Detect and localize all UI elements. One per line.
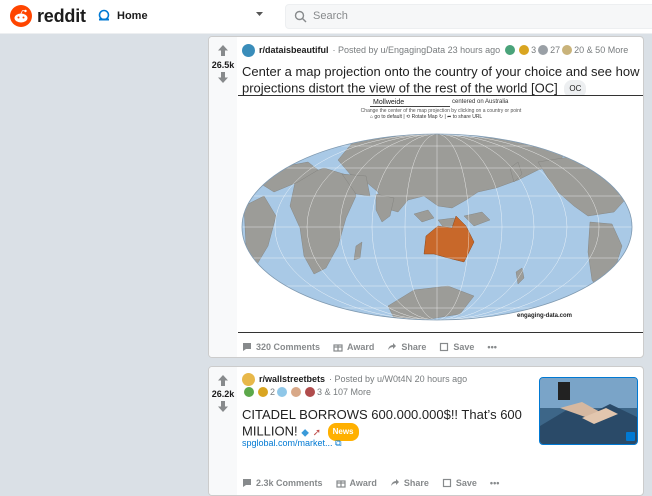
rocket-emoji-icon: ➚ [312, 427, 321, 439]
award-money-icon [244, 387, 254, 397]
award-button[interactable]: Award [335, 478, 377, 488]
search-input[interactable] [313, 10, 613, 22]
subreddit-link[interactable]: r/wallstreetbets [259, 374, 325, 384]
award-count: 27 [550, 45, 561, 55]
award-diamond-icon [277, 387, 288, 397]
award-gold-icon [519, 45, 530, 55]
award-count: 3 [531, 45, 537, 55]
more-options-icon[interactable]: ••• [490, 478, 499, 488]
external-link[interactable]: spglobal.com/market... ⧉ [242, 438, 342, 449]
vote-score: 26.2k [211, 389, 235, 399]
comment-icon [243, 479, 251, 487]
save-label[interactable]: Save [453, 342, 474, 352]
subreddit-avatar-icon[interactable] [242, 43, 255, 57]
award-wholesome-icon [562, 45, 573, 55]
post-title-text[interactable]: CITADEL BORROWS 600.000.000$!! That’s 60… [242, 407, 522, 438]
award-gold-icon [258, 387, 268, 397]
subreddit-avatar-icon[interactable] [242, 372, 255, 386]
share-icon [388, 343, 397, 350]
world-map[interactable] [238, 96, 644, 334]
share-label[interactable]: Share [401, 342, 426, 352]
award-more-link[interactable]: 20 & 50 More [574, 45, 628, 55]
bookmark-icon [442, 478, 451, 488]
downvote-arrow-icon[interactable] [218, 401, 228, 412]
map-credit: engaging-data.com [517, 313, 573, 319]
external-link-icon: ⧉ [335, 438, 342, 448]
share-icon [390, 479, 399, 486]
post-title[interactable]: CITADEL BORROWS 600.000.000$!! That’s 60… [242, 407, 532, 441]
post-actions: 320 Comments Award Share Save ••• [242, 337, 510, 357]
comments-button[interactable]: 2.3k Comments [242, 478, 323, 488]
vote-column: 26.5k [209, 37, 237, 357]
diamond-hands-emoji-icon: ◆ [301, 427, 309, 439]
search-box[interactable] [285, 4, 652, 29]
share-label[interactable]: Share [404, 478, 429, 488]
top-bar: reddit Home [0, 0, 652, 34]
home-feed-label[interactable]: Home [117, 10, 148, 22]
post-card[interactable]: 26.5k r/dataisbeautiful · Posted by u/En… [208, 36, 644, 358]
bookmark-icon [440, 342, 449, 352]
share-button[interactable]: Share [387, 342, 426, 352]
post-awards: 2 3 & 107 More [242, 385, 371, 399]
award-label[interactable]: Award [350, 478, 377, 488]
comments-button[interactable]: 320 Comments [242, 342, 320, 352]
share-button[interactable]: Share [390, 478, 429, 488]
more-options-icon[interactable]: ••• [487, 342, 496, 352]
award-silver-icon [538, 45, 549, 55]
award-helpful-icon [505, 45, 516, 55]
home-icon[interactable] [97, 9, 111, 23]
post-meta: r/wallstreetbets · Posted by u/W0t4N 20 … [242, 372, 467, 386]
award-more-link[interactable]: 3 & 107 More [317, 387, 371, 397]
upvote-arrow-icon[interactable] [218, 45, 228, 56]
external-link-text[interactable]: spglobal.com/market... [242, 438, 333, 448]
comments-label[interactable]: 320 Comments [256, 342, 320, 352]
post-card[interactable]: 26.2k r/wallstreetbets · Posted by u/W0t… [208, 366, 644, 496]
post-media-map[interactable]: Mollweide centered on Australia Change t… [238, 95, 644, 334]
vote-column: 26.2k [209, 367, 237, 495]
posted-by[interactable]: · Posted by u/EngagingData 23 hours ago [333, 45, 501, 55]
chevron-down-icon[interactable] [255, 11, 264, 18]
comment-icon [243, 343, 251, 351]
award-label[interactable]: Award [347, 342, 374, 352]
reddit-logo-icon[interactable] [10, 5, 32, 27]
post-thumbnail[interactable] [539, 377, 638, 445]
vote-score: 26.5k [211, 60, 235, 70]
award-hands-icon [291, 387, 302, 397]
handshake-thumbnail-image [540, 378, 637, 444]
post-meta: r/dataisbeautiful · Posted by u/Engaging… [242, 43, 628, 57]
comments-label[interactable]: 2.3k Comments [256, 478, 323, 488]
save-label[interactable]: Save [456, 478, 477, 488]
post-actions: 2.3k Comments Award Share Save ••• [242, 473, 512, 493]
save-button[interactable]: Save [439, 342, 474, 352]
award-count: 2 [270, 387, 276, 397]
posted-by[interactable]: · Posted by u/W0t4N 20 hours ago [329, 374, 467, 384]
gift-icon [333, 344, 343, 352]
save-button[interactable]: Save [442, 478, 477, 488]
upvote-arrow-icon[interactable] [218, 375, 228, 386]
post-title[interactable]: Center a map projection onto the country… [242, 64, 640, 98]
award-button[interactable]: Award [333, 342, 374, 352]
search-icon [294, 10, 307, 23]
reddit-wordmark[interactable]: reddit [37, 6, 86, 27]
subreddit-link[interactable]: r/dataisbeautiful [259, 45, 329, 55]
downvote-arrow-icon[interactable] [218, 72, 228, 83]
award-rocket-icon [305, 387, 316, 397]
gift-icon [335, 480, 346, 488]
